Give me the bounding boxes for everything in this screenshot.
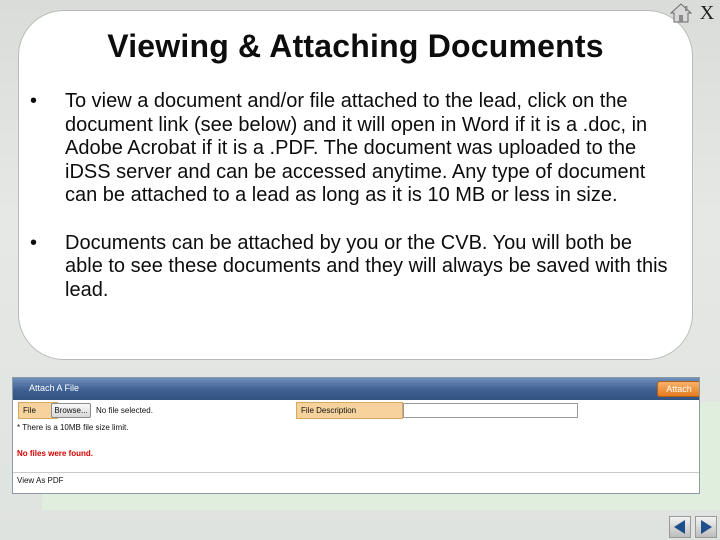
attach-file-header-title: Attach A File [29, 383, 80, 393]
view-as-pdf-link[interactable]: View As PDF [17, 476, 64, 485]
browse-button[interactable]: Browse... [51, 403, 91, 418]
file-size-limit-note: * There is a 10MB file size limit. [17, 423, 129, 432]
file-description-input[interactable] [403, 403, 578, 418]
attach-file-screenshot: Attach A File Attach File Browse... No f… [12, 377, 700, 494]
attach-file-header: Attach A File [13, 378, 699, 400]
arrow-left-icon [674, 520, 685, 534]
bullet-marker: • [30, 90, 38, 112]
close-button[interactable]: X [696, 0, 718, 24]
bullet-marker: • [30, 231, 38, 254]
bullet-list: • To view a document and/or file attache… [30, 90, 675, 302]
bullet-item: • Documents can be attached by you or th… [30, 232, 675, 303]
next-slide-button[interactable] [695, 516, 717, 538]
bullet-item: • To view a document and/or file attache… [30, 90, 675, 208]
attach-button[interactable]: Attach [657, 381, 699, 397]
divider [13, 472, 699, 473]
no-file-selected-text: No file selected. [96, 406, 153, 415]
home-icon [669, 3, 693, 23]
no-files-found-message: No files were found. [17, 449, 94, 458]
arrow-right-icon [701, 520, 712, 534]
slide-title: Viewing & Attaching Documents [107, 28, 604, 64]
file-description-label: File Description [296, 402, 403, 419]
home-button[interactable] [669, 3, 693, 23]
bullet-text: Documents can be attached by you or the … [65, 231, 668, 301]
previous-slide-button[interactable] [669, 516, 691, 538]
bullet-text: To view a document and/or file attached … [65, 90, 648, 206]
